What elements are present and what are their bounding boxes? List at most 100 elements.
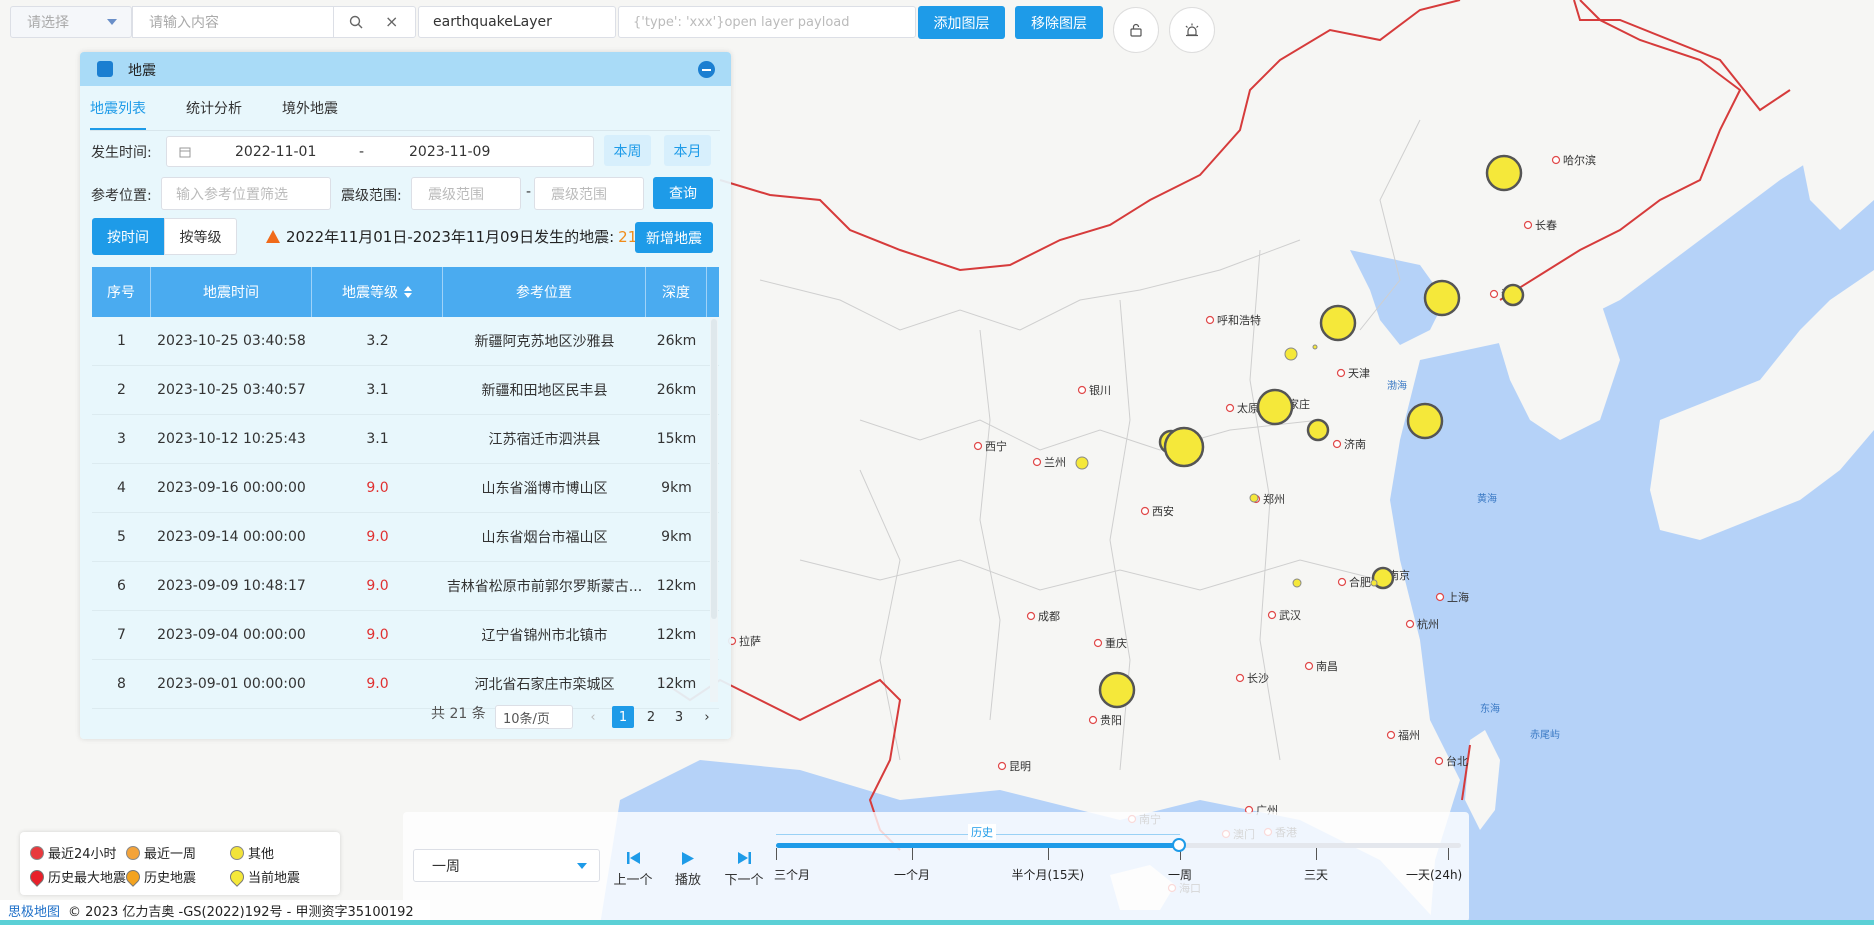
earthquake-marker[interactable] (1423, 279, 1461, 317)
city-label: 上海 (1447, 590, 1469, 604)
table-row[interactable]: 8 2023-09-01 00:00:00 9.0 河北省石家庄市栾城区 12km (92, 660, 719, 709)
earthquake-marker[interactable] (1312, 344, 1318, 350)
legend-item: 历史最大地震 (27, 866, 126, 887)
map-pin-icon (27, 866, 47, 887)
timeline-tick-label[interactable]: 一个月 (894, 866, 930, 883)
table-row[interactable]: 1 2023-10-25 03:40:58 3.2 新疆阿克苏地区沙雅县 26km (92, 317, 719, 366)
table-row[interactable]: 7 2023-09-04 00:00:00 9.0 辽宁省锦州市北镇市 12km (92, 611, 719, 660)
earthquake-marker[interactable] (1485, 154, 1523, 192)
earthquake-marker[interactable] (1284, 347, 1298, 361)
earthquake-marker[interactable] (1406, 402, 1444, 440)
this-week-button[interactable]: 本周 (604, 135, 651, 166)
collapse-icon[interactable] (698, 61, 715, 78)
timeline-tick-label[interactable]: 半个月(15天) (1012, 866, 1085, 883)
timeline-tick-label[interactable]: 三个月 (774, 866, 810, 883)
sort-icon[interactable] (404, 286, 412, 298)
page-size-value: 10条/页 (503, 711, 550, 727)
table-row[interactable]: 5 2023-09-14 00:00:00 9.0 山东省烟台市福山区 9km (92, 513, 719, 562)
earthquake-marker[interactable] (1249, 493, 1259, 503)
search-input[interactable]: 请输入内容 × (132, 6, 416, 38)
layer-type-select[interactable]: 请选择 (10, 6, 132, 38)
city-label: 合肥 (1349, 575, 1371, 589)
city-label: 银川 (1089, 383, 1111, 397)
city-label: 郑州 (1263, 492, 1285, 506)
legend-label: 当前地震 (248, 871, 301, 886)
page-2[interactable]: 2 (640, 706, 662, 728)
prev-page-icon[interactable]: ‹ (582, 706, 604, 728)
earthquake-panel: 地震 地震列表 统计分析 境外地震 发生时间: 2022-11-01 - 202… (80, 52, 731, 739)
city-label: 太原 (1237, 402, 1259, 415)
magnitude-max-input[interactable]: 震级范围 (534, 177, 644, 210)
legend-item: 其他 (230, 843, 274, 862)
city-label: 长春 (1535, 219, 1557, 232)
earthquake-marker[interactable] (1370, 579, 1378, 587)
lock-button[interactable] (1113, 7, 1159, 53)
earthquake-marker[interactable] (1319, 304, 1357, 342)
date-range-picker[interactable]: 2022-11-01 - 2023-11-09 (166, 136, 594, 167)
map-attribution: 思极地图 © 2023 亿力吉奥 -GS(2022)192号 - 甲测资字351… (0, 900, 430, 920)
table-scrollbar[interactable] (710, 317, 718, 702)
timeline-tick-label[interactable]: 一天(24h) (1406, 866, 1462, 883)
tab-overseas[interactable]: 境外地震 (282, 98, 338, 118)
sort-by-time-button[interactable]: 按时间 (92, 218, 164, 255)
alarm-button[interactable] (1169, 7, 1215, 53)
time-range-value: 一周 (432, 858, 460, 875)
earthquake-marker[interactable] (1501, 283, 1525, 307)
sort-by-level-button[interactable]: 按等级 (164, 218, 237, 255)
timeline-handle[interactable] (1172, 838, 1186, 852)
search-icon[interactable] (349, 15, 363, 29)
earthquake-marker[interactable] (1163, 426, 1205, 468)
cell-no: 3 (117, 431, 126, 447)
scrollbar-thumb[interactable] (711, 319, 717, 619)
skip-back-icon (626, 852, 640, 864)
tab-earthquake-list[interactable]: 地震列表 (90, 98, 146, 130)
tab-statistics[interactable]: 统计分析 (186, 98, 242, 118)
play-button[interactable]: 播放 (664, 847, 712, 888)
time-range-select[interactable]: 一周 (413, 849, 600, 882)
page-1[interactable]: 1 (612, 706, 634, 728)
magnitude-min-input[interactable]: 震级范围 (411, 177, 521, 210)
cell-depth: 26km (656, 333, 697, 349)
cell-magnitude: 3.2 (366, 333, 389, 349)
legend-item: 最近一周 (126, 843, 196, 862)
timeline-tick-label[interactable]: 三天 (1304, 866, 1328, 883)
page-3[interactable]: 3 (668, 706, 690, 728)
clear-icon[interactable]: × (385, 12, 398, 31)
city-dot-icon (1077, 385, 1087, 395)
earthquake-marker[interactable] (1292, 578, 1302, 588)
add-layer-button[interactable]: 添加图层 (918, 6, 1005, 39)
city-label: 西宁 (985, 439, 1007, 453)
cell-time: 2023-09-09 10:48:17 (157, 578, 306, 594)
ref-location-input[interactable]: 输入参考位置筛选 (161, 177, 331, 210)
timeline-tick-label[interactable]: 一周 (1168, 866, 1192, 883)
city-label: 南昌 (1316, 660, 1338, 673)
cell-depth: 9km (661, 480, 692, 496)
query-button[interactable]: 查询 (653, 177, 713, 209)
payload-placeholder: {'type': 'xxx'}open layer payload (633, 14, 850, 30)
next-step-button[interactable]: 下一个 (720, 847, 768, 888)
cell-no: 4 (117, 480, 126, 496)
warning-icon (266, 230, 280, 243)
this-month-button[interactable]: 本月 (664, 135, 711, 166)
layer-name-input[interactable]: earthquakeLayer (418, 6, 616, 38)
table-row[interactable]: 6 2023-09-09 10:48:17 9.0 吉林省松原市前郭尔罗斯蒙古... 1… (92, 562, 719, 611)
prev-step-button[interactable]: 上一个 (609, 847, 657, 888)
earthquake-marker[interactable] (1075, 456, 1089, 470)
remove-layer-button[interactable]: 移除图层 (1015, 6, 1103, 39)
table-row[interactable]: 2 2023-10-25 03:40:57 3.1 新疆和田地区民丰县 26km (92, 366, 719, 415)
earthquake-marker[interactable] (1256, 388, 1294, 426)
city-label: 福州 (1398, 728, 1420, 742)
magnitude-label: 震级范围: (341, 188, 402, 204)
city-dot-icon (1337, 577, 1347, 587)
col-magnitude[interactable]: 地震等级 (312, 267, 443, 317)
add-earthquake-button[interactable]: 新增地震 (635, 222, 713, 253)
city-dot-icon (1225, 403, 1235, 413)
table-row[interactable]: 3 2023-10-12 10:25:43 3.1 江苏宿迁市泗洪县 15km (92, 415, 719, 464)
earthquake-marker[interactable] (1098, 671, 1136, 709)
page-size-select[interactable]: 10条/页 (495, 705, 573, 729)
earthquake-marker[interactable] (1306, 418, 1330, 442)
timeline-fill (776, 843, 1180, 848)
payload-input[interactable]: {'type': 'xxx'}open layer payload (618, 6, 916, 38)
next-page-icon[interactable]: › (696, 706, 718, 728)
table-row[interactable]: 4 2023-09-16 00:00:00 9.0 山东省淄博市博山区 9km (92, 464, 719, 513)
